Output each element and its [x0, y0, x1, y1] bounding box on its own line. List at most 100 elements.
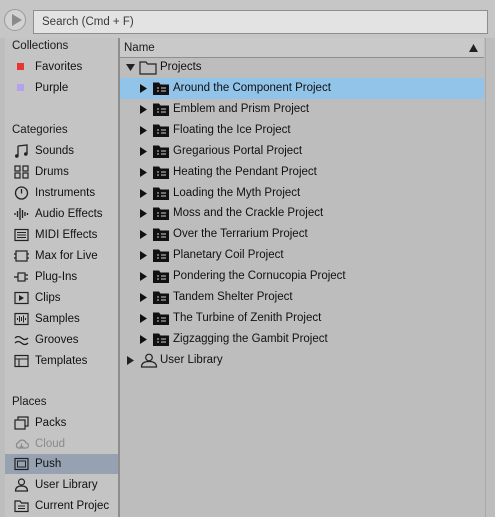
drum-grid-icon [14, 165, 29, 179]
project-label: Gregarious Portal Project [173, 144, 303, 157]
collapsed-triangle-icon [140, 104, 147, 114]
grooves-icon [14, 335, 29, 346]
expanded-triangle-icon [126, 64, 135, 71]
sidebar-item-instruments[interactable]: Instruments [5, 183, 118, 203]
sidebar-item-label: Purple [35, 82, 69, 94]
sidebar-item-drums[interactable]: Drums [5, 162, 118, 182]
collapsed-triangle-icon [140, 251, 147, 261]
samples-icon [14, 312, 29, 326]
preview-play-button[interactable] [4, 9, 26, 31]
project-row[interactable]: Floating the Ice Project [120, 120, 484, 141]
collapsed-triangle-icon [140, 334, 147, 344]
sidebar-item-label: Drums [35, 166, 69, 178]
collections-title: Collections [12, 40, 69, 52]
folder-row-projects[interactable]: Projects [120, 57, 484, 78]
project-label: Planetary Coil Project [173, 249, 284, 262]
sidebar-item-plug-ins[interactable]: Plug-Ins [5, 267, 118, 287]
sidebar-item-label: Clips [35, 292, 61, 304]
waveform-icon [14, 208, 29, 220]
project-row[interactable]: Over the Terrarium Project [120, 224, 484, 245]
push-icon [14, 457, 29, 471]
categories-title: Categories [12, 124, 68, 136]
project-row[interactable]: Planetary Coil Project [120, 245, 484, 266]
project-label: Heating the Pendant Project [173, 165, 317, 178]
project-label: Pondering the Cornucopia Project [173, 270, 346, 283]
sidebar-item-cloud[interactable]: Cloud [5, 434, 118, 454]
collapsed-triangle-icon [140, 146, 147, 156]
collapsed-triangle-icon [140, 272, 147, 282]
project-row[interactable]: Moss and the Crackle Project [120, 203, 484, 224]
play-icon [12, 14, 22, 26]
sidebar-item-label: Cloud [35, 438, 66, 450]
project-folder-icon [153, 103, 169, 116]
sidebar-item-label: Templates [35, 355, 88, 367]
plug-icon [14, 272, 28, 282]
project-row[interactable]: The Turbine of Zenith Project [120, 308, 484, 329]
project-label: Loading the Myth Project [173, 186, 301, 199]
sidebar-item-templates[interactable]: Templates [5, 351, 118, 371]
sidebar-item-label: Plug-Ins [35, 271, 78, 283]
folder-label: Projects [160, 61, 202, 73]
project-label: Around the Component Project [173, 82, 331, 94]
sidebar-item-packs[interactable]: Packs [5, 413, 118, 433]
project-folder-icon [153, 312, 169, 325]
sidebar-item-purple[interactable]: Purple [5, 78, 118, 98]
project-row[interactable]: Pondering the Cornucopia Project [120, 266, 484, 287]
user-icon [14, 478, 29, 492]
folder-row-user-library[interactable]: User Library [120, 350, 484, 371]
music-note-icon [15, 144, 28, 158]
project-row[interactable]: Zigzagging the Gambit Project [120, 329, 484, 350]
sidebar-item-current-project[interactable]: Current Projec [5, 496, 118, 516]
project-folder-icon [153, 207, 169, 221]
top-bar: Search (Cmd + F) [0, 0, 495, 38]
collapsed-triangle-icon [140, 84, 147, 93]
search-placeholder: Search (Cmd + F) [42, 16, 134, 28]
project-folder-icon [153, 228, 169, 242]
sidebar-item-label: Max for Live [35, 250, 98, 262]
sidebar-item-label: Packs [35, 417, 67, 429]
sidebar-item-favorites[interactable]: Favorites [5, 57, 118, 77]
sidebar-item-midi-effects[interactable]: MIDI Effects [5, 225, 118, 245]
folder-icon [139, 61, 157, 75]
project-row[interactable]: Around the Component Project [120, 78, 484, 99]
collapsed-triangle-icon [140, 188, 147, 198]
project-folder-icon [153, 145, 169, 158]
sidebar-item-sounds[interactable]: Sounds [5, 141, 118, 161]
project-row[interactable]: Heating the Pendant Project [120, 162, 484, 183]
clock-icon [14, 186, 29, 200]
packs-icon [14, 416, 29, 430]
scrollbar[interactable] [485, 38, 495, 517]
sidebar-item-label: Instruments [35, 187, 96, 199]
sidebar-item-push[interactable]: Push [5, 454, 118, 474]
sidebar-item-label: MIDI Effects [35, 229, 98, 241]
project-row[interactable]: Gregarious Portal Project [120, 141, 484, 162]
project-row[interactable]: Loading the Myth Project [120, 183, 484, 204]
search-input[interactable]: Search (Cmd + F) [33, 10, 488, 34]
sidebar-item-grooves[interactable]: Grooves [5, 330, 118, 350]
sidebar-item-label: Push [35, 458, 62, 470]
collapsed-triangle-icon [140, 313, 147, 323]
purple-color-swatch [17, 84, 24, 91]
collapsed-triangle-icon [140, 167, 147, 177]
sidebar-item-audio-effects[interactable]: Audio Effects [5, 204, 118, 224]
project-folder-icon [153, 187, 169, 200]
sort-ascending-icon [469, 44, 478, 52]
project-label: Zigzagging the Gambit Project [173, 332, 328, 345]
collapsed-triangle-icon [140, 230, 147, 240]
project-row[interactable]: Tandem Shelter Project [120, 287, 484, 308]
sidebar-item-clips[interactable]: Clips [5, 288, 118, 308]
project-label: Tandem Shelter Project [173, 291, 293, 303]
project-folder-icon [153, 333, 169, 346]
name-column-header[interactable]: Name [120, 38, 484, 58]
project-folder-icon [153, 166, 169, 179]
project-folder-icon [153, 249, 169, 263]
project-label: Moss and the Crackle Project [173, 207, 324, 220]
sidebar-item-samples[interactable]: Samples [5, 309, 118, 329]
sidebar-item-user-library[interactable]: User Library [5, 475, 118, 495]
cloud-icon [15, 439, 29, 449]
project-row[interactable]: Emblem and Prism Project [120, 99, 484, 120]
project-label: Over the Terrarium Project [173, 228, 308, 241]
sidebar-item-max-for-live[interactable]: Max for Live [5, 246, 118, 266]
collapsed-triangle-icon [140, 125, 147, 135]
collapsed-triangle-icon [140, 293, 147, 302]
